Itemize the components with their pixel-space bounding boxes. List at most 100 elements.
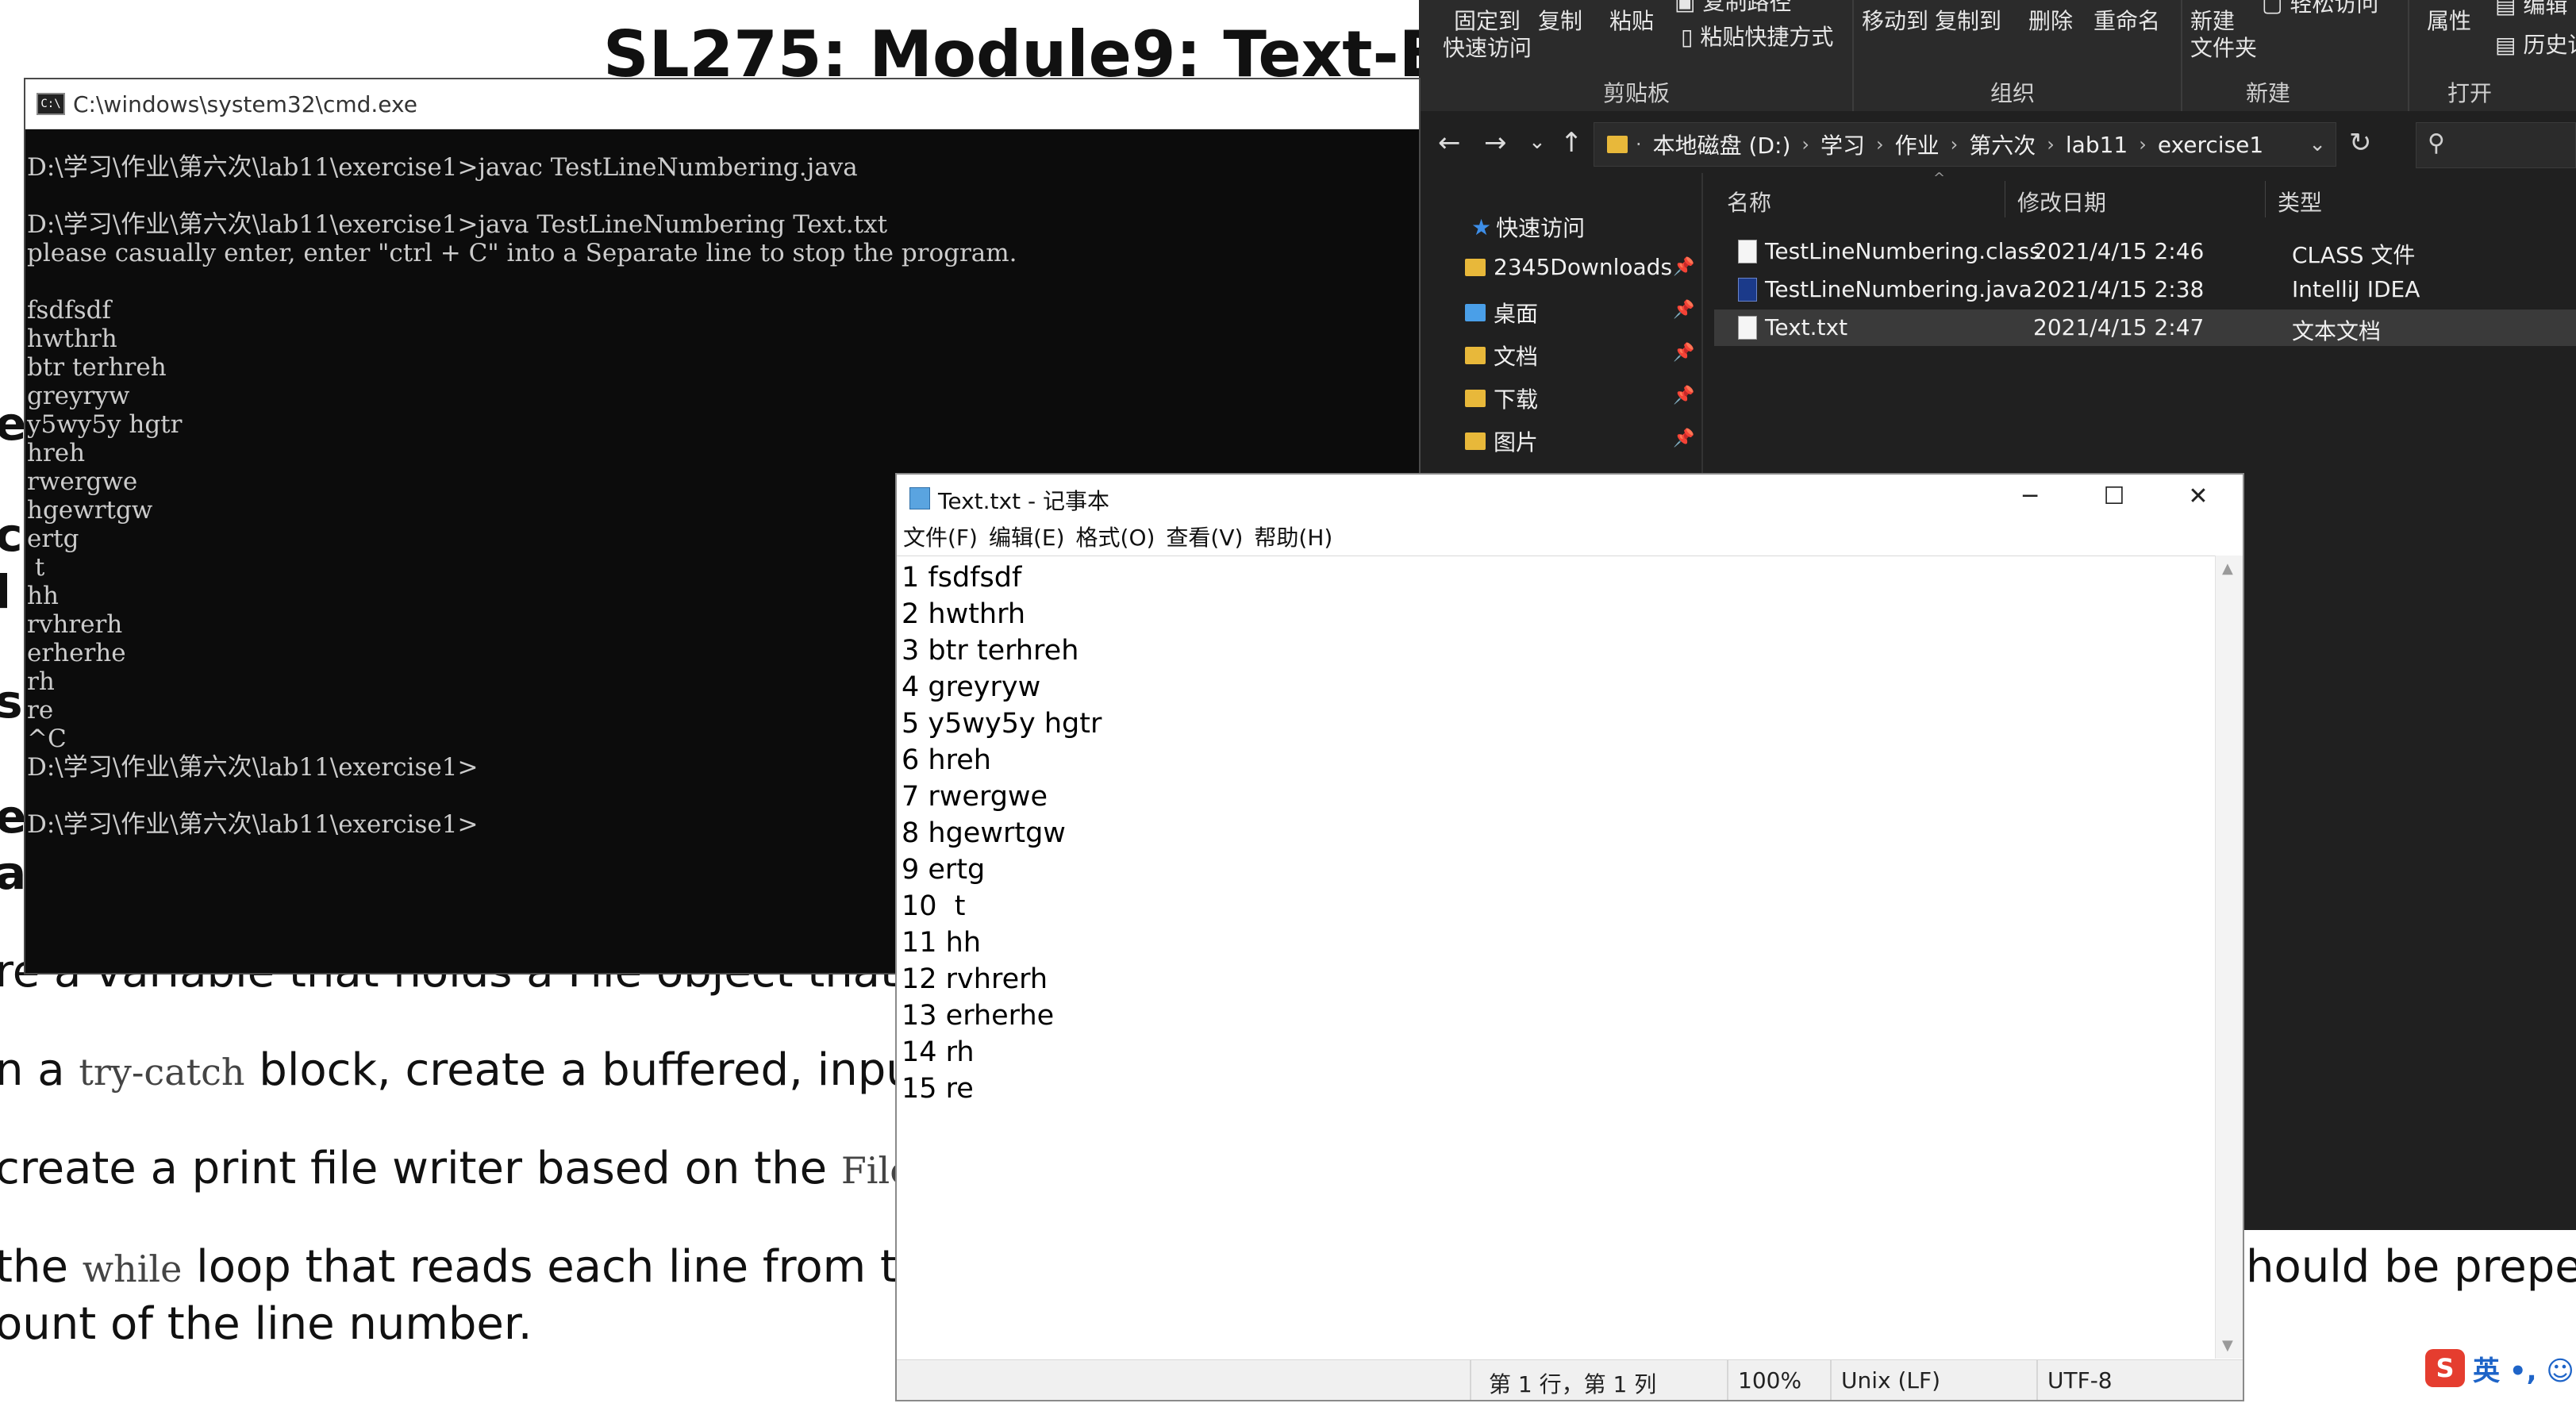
vertical-scrollbar[interactable]: ▲ ▼: [2215, 555, 2243, 1359]
pin-quick-access-button[interactable]: 固定到 快速访问: [1443, 8, 1532, 62]
up-icon[interactable]: ↑: [1560, 127, 1583, 159]
breadcrumb-item[interactable]: lab11: [2066, 132, 2128, 158]
paste-shortcut-label: 粘贴快捷方式: [1700, 24, 1834, 50]
doc-line-5: ount of the line number.: [0, 1298, 533, 1350]
copy-path-button[interactable]: ▣ 复制路径: [1674, 0, 1791, 16]
delete-button[interactable]: 删除: [2028, 8, 2073, 35]
breadcrumb-item[interactable]: 第六次: [1969, 129, 2036, 160]
address-bar-row: ← → ⌄ ↑ · 本地磁盘 (D:) › 学习 › 作业 › 第六次 › la…: [1419, 116, 2576, 173]
file-row-selected[interactable]: Text.txt 2021/4/15 2:47 文本文档: [1714, 309, 2576, 346]
pin-icon: 📌: [1673, 300, 1695, 320]
folder-icon: [1465, 390, 1486, 407]
chevron-right-icon: ·: [1636, 133, 1642, 156]
menu-help[interactable]: 帮助(H): [1254, 521, 1332, 555]
nav-item-pictures[interactable]: 图片: [1465, 425, 1538, 457]
easy-access-label: 轻松访问: [2290, 0, 2379, 17]
back-icon[interactable]: ←: [1438, 127, 1461, 159]
address-bar[interactable]: · 本地磁盘 (D:) › 学习 › 作业 › 第六次 › lab11 › ex…: [1594, 122, 2336, 167]
star-icon: ★: [1471, 213, 1492, 240]
column-divider[interactable]: [2265, 181, 2266, 217]
notepad-title: Text.txt - 记事本: [938, 488, 1109, 514]
recent-chevron-icon[interactable]: ⌄: [1528, 130, 1546, 154]
nav-quick-access[interactable]: ★ 快速访问: [1471, 211, 1585, 243]
column-header-name[interactable]: 名称: [1727, 186, 1771, 217]
forward-icon[interactable]: →: [1484, 127, 1507, 159]
column-header-modified[interactable]: 修改日期: [2017, 186, 2106, 217]
scroll-down-icon[interactable]: ▼: [2222, 1337, 2233, 1354]
text-file-icon: [1738, 316, 1757, 340]
scroll-up-icon[interactable]: ▲: [2222, 560, 2233, 577]
rename-button[interactable]: 重命名: [2093, 8, 2160, 35]
copy-to-button[interactable]: 复制到: [1935, 8, 2001, 35]
notepad-status-bar: 第 1 行，第 1 列 100% Unix (LF) UTF-8: [897, 1359, 2243, 1400]
console-line: please casually enter, enter "ctrl + C" …: [27, 239, 1017, 267]
paste-shortcut-icon: ▯: [1681, 24, 1701, 50]
nav-item-downloads-2345[interactable]: 2345Downloads: [1465, 254, 1672, 280]
paste-shortcut-button[interactable]: ▯ 粘贴快捷方式: [1681, 24, 1833, 51]
properties-button[interactable]: 属性: [2427, 8, 2471, 35]
maximize-button[interactable]: ☐: [2074, 479, 2154, 514]
edit-button[interactable]: ▤ 编辑: [2495, 0, 2567, 19]
new-folder-button[interactable]: 新建 文件夹: [2190, 8, 2257, 62]
group-new-label: 新建: [2246, 80, 2291, 106]
console-line: hreh: [27, 439, 86, 467]
pin-icon: 📌: [1673, 343, 1695, 363]
menu-edit[interactable]: 编辑(E): [989, 521, 1065, 555]
easy-access-icon: ▢: [2262, 0, 2290, 17]
pin-icon: 📌: [1673, 257, 1695, 277]
breadcrumb-item[interactable]: exercise1: [2158, 132, 2263, 158]
group-organize-label: 组织: [1990, 80, 2036, 106]
notepad-title-bar[interactable]: Text.txt - 记事本 ─ ☐ ✕: [897, 475, 2243, 521]
notepad-text-area[interactable]: 1 fsdfsdf 2 hwthrh 3 btr terhreh 4 greyr…: [897, 555, 2216, 1359]
easy-access-button[interactable]: ▢ 轻松访问: [2262, 0, 2378, 17]
status-line-ending: Unix (LF): [1841, 1367, 1941, 1394]
breadcrumb-item[interactable]: 本地磁盘 (D:): [1653, 129, 1791, 160]
copy-path-label: 复制路径: [1702, 0, 1792, 15]
nav-item-documents[interactable]: 文档: [1465, 340, 1538, 371]
ime-indicator[interactable]: S 英 •, ☺: [2425, 1344, 2576, 1392]
file-modified: 2021/4/15 2:46: [2033, 238, 2205, 264]
search-input[interactable]: ⚲: [2416, 122, 2576, 168]
console-icon: C:\: [37, 93, 65, 115]
chevron-right-icon: ›: [2047, 133, 2055, 156]
edit-label: 编辑: [2523, 0, 2568, 18]
edge-char: l: [0, 565, 11, 619]
ribbon-divider: [2181, 0, 2182, 111]
intellij-file-icon: [1738, 278, 1757, 302]
menu-format[interactable]: 格式(O): [1076, 521, 1155, 555]
history-button[interactable]: ▤ 历史记: [2495, 32, 2576, 59]
file-name: Text.txt: [1765, 314, 1848, 340]
minimize-button[interactable]: ─: [1990, 479, 2070, 514]
nav-label: 下载: [1494, 386, 1539, 413]
history-icon: ▤: [2495, 32, 2524, 58]
cmd-title-bar[interactable]: C:\ C:\windows\system32\cmd.exe: [25, 79, 1419, 129]
breadcrumb-item[interactable]: 作业: [1895, 129, 1940, 160]
console-line: D:\学习\作业\第六次\lab11\exercise1>java TestLi…: [27, 210, 888, 239]
cmd-title: C:\windows\system32\cmd.exe: [73, 90, 417, 117]
column-header-type[interactable]: 类型: [2278, 186, 2322, 217]
paste-button[interactable]: 粘贴: [1609, 8, 1654, 35]
nav-item-desktop[interactable]: 桌面: [1465, 297, 1538, 329]
menu-file[interactable]: 文件(F): [903, 521, 978, 555]
file-row[interactable]: TestLineNumbering.class 2021/4/15 2:46 C…: [1714, 233, 2576, 270]
breadcrumb-item[interactable]: 学习: [1821, 129, 1865, 160]
status-divider: [1727, 1360, 1728, 1400]
pin-icon: 📌: [1673, 386, 1695, 406]
doc-line-4: the while loop that reads each line from…: [0, 1241, 953, 1293]
class-file-icon: [1738, 240, 1757, 263]
menu-view[interactable]: 查看(V): [1166, 521, 1243, 555]
chevron-down-icon[interactable]: ⌄: [2309, 133, 2326, 156]
doc-code: while: [82, 1247, 183, 1290]
nav-item-downloads[interactable]: 下载: [1465, 383, 1538, 414]
notepad-icon: [909, 487, 930, 509]
move-to-button[interactable]: 移动到: [1862, 8, 1928, 35]
refresh-icon[interactable]: ↻: [2349, 127, 2372, 159]
folder-icon: [1465, 347, 1486, 364]
console-line: D:\学习\作业\第六次\lab11\exercise1>javac TestL…: [27, 153, 858, 182]
group-open-label: 打开: [2447, 80, 2493, 106]
history-label: 历史记: [2523, 32, 2576, 58]
ime-mode-label: 英 •, ☺: [2473, 1355, 2574, 1387]
copy-button[interactable]: 复制: [1538, 8, 1582, 35]
close-button[interactable]: ✕: [2159, 479, 2238, 514]
file-row[interactable]: TestLineNumbering.java 2021/4/15 2:38 In…: [1714, 271, 2576, 308]
